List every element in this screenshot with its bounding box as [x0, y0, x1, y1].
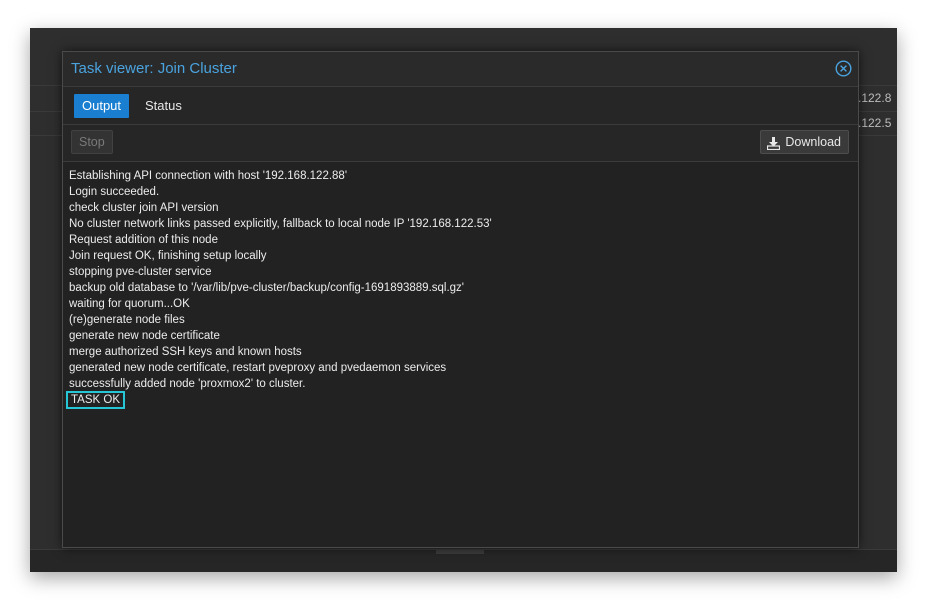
log-line: Login succeeded. — [69, 184, 858, 200]
log-line-text: stopping pve-cluster service — [69, 266, 212, 278]
tab-output[interactable]: Output — [74, 94, 130, 118]
log-line: generate new node certificate — [69, 328, 858, 344]
background-resize-handle — [436, 550, 484, 554]
log-line-text: TASK OK — [66, 391, 125, 409]
tab-bar: Output Status — [63, 87, 858, 125]
log-line-text: (re)generate node files — [69, 314, 185, 326]
log-line: Request addition of this node — [69, 232, 858, 248]
log-line-text: check cluster join API version — [69, 202, 219, 214]
background-ip-text: .122.5 — [858, 116, 892, 130]
log-line: generated new node certificate, restart … — [69, 360, 858, 376]
task-viewer-window: Task viewer: Join Cluster Output Status … — [62, 51, 859, 548]
log-line-text: merge authorized SSH keys and known host… — [69, 346, 302, 358]
log-line-task-status: TASK OK — [66, 391, 858, 409]
log-line: backup old database to '/var/lib/pve-clu… — [69, 280, 858, 296]
log-line-text: generated new node certificate, restart … — [69, 362, 447, 374]
log-line-text: successfully added node 'proxmox2' to cl… — [69, 378, 306, 390]
log-line-text: Join request OK, finishing setup locally — [69, 250, 267, 262]
log-line-text: No cluster network links passed explicit… — [69, 218, 492, 230]
download-icon — [767, 135, 781, 151]
log-line: check cluster join API version — [69, 200, 858, 216]
log-line-text: generate new node certificate — [69, 330, 220, 342]
log-line-text: Login succeeded. — [69, 186, 160, 198]
log-line: Join request OK, finishing setup locally — [69, 248, 858, 264]
toolbar: Stop Download — [63, 125, 858, 162]
log-line: (re)generate node files — [69, 312, 858, 328]
close-icon[interactable] — [835, 60, 852, 77]
log-line-text: Establishing API connection with host '1… — [69, 170, 348, 182]
log-line: successfully added node 'proxmox2' to cl… — [69, 376, 858, 392]
log-line: Establishing API connection with host '1… — [69, 168, 858, 184]
log-line-text: backup old database to '/var/lib/pve-clu… — [69, 282, 465, 294]
download-button[interactable]: Download — [760, 130, 849, 154]
background-ip-text: .122.8 — [858, 91, 892, 105]
window-title: Task viewer: Join Cluster — [71, 60, 237, 77]
tab-status[interactable]: Status — [137, 94, 190, 118]
window-titlebar: Task viewer: Join Cluster — [63, 52, 858, 87]
log-line-text: waiting for quorum...OK — [69, 298, 190, 310]
log-line-text: Request addition of this node — [69, 234, 218, 246]
log-line: stopping pve-cluster service — [69, 264, 858, 280]
stop-button[interactable]: Stop — [71, 130, 113, 154]
download-button-label: Download — [785, 135, 841, 149]
log-line: No cluster network links passed explicit… — [69, 216, 858, 232]
log-line: merge authorized SSH keys and known host… — [69, 344, 858, 360]
log-line: waiting for quorum...OK — [69, 296, 858, 312]
task-output-log[interactable]: Establishing API connection with host '1… — [63, 162, 858, 547]
